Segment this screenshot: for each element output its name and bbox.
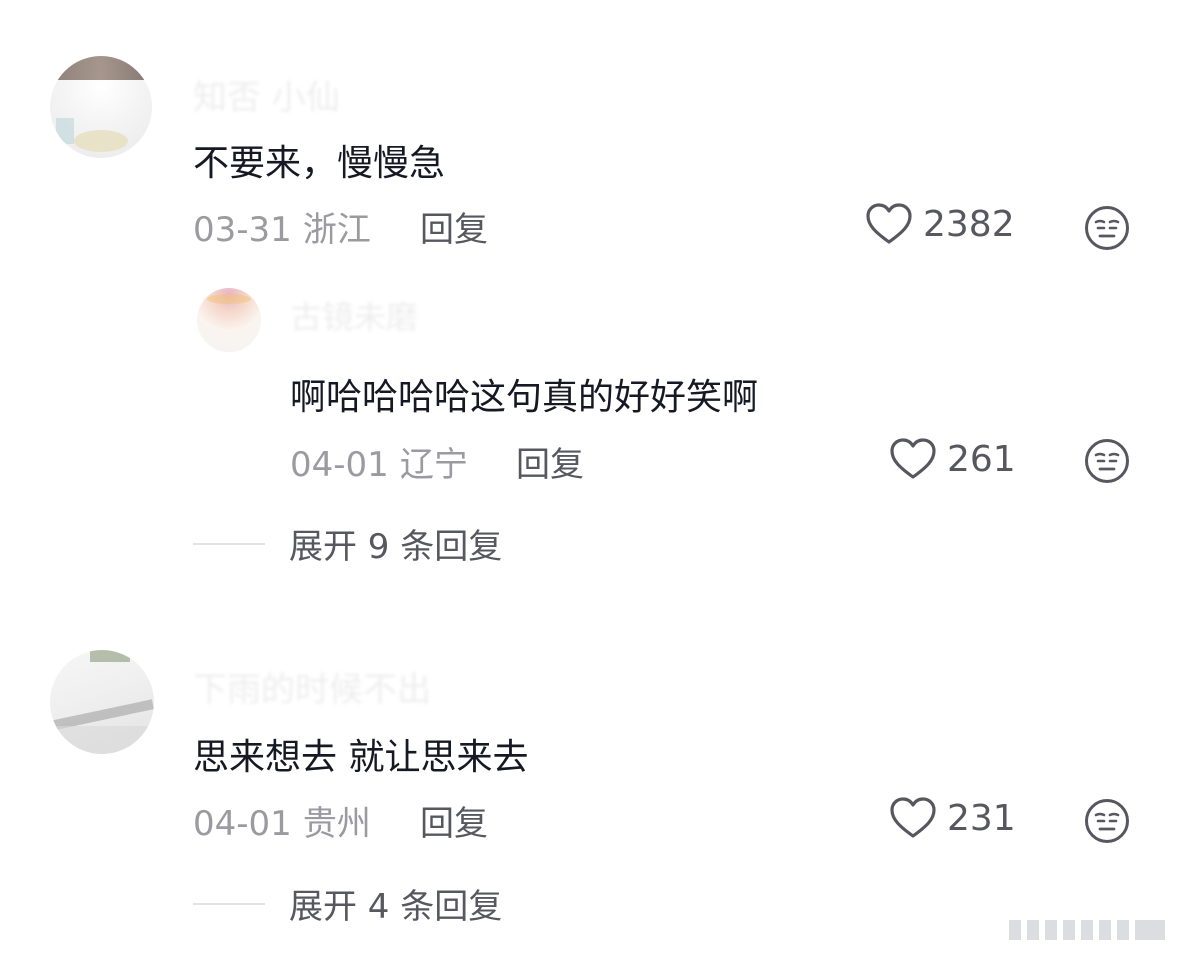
watermark-image bbox=[1009, 920, 1165, 940]
reply-meta: 04-01 辽宁 bbox=[290, 437, 468, 486]
heart-outline-icon bbox=[890, 438, 936, 479]
like-button[interactable]: 231 bbox=[889, 796, 1016, 840]
reply-avatar[interactable] bbox=[197, 288, 261, 352]
heart-outline-icon bbox=[890, 797, 936, 838]
comment-meta: 03-31 浙江 bbox=[193, 202, 371, 251]
reply-location: 辽宁 bbox=[399, 445, 468, 485]
expand-replies-label: 展开 4 条回复 bbox=[289, 887, 503, 927]
expand-replies-button[interactable]: 展开 9 条回复 bbox=[193, 519, 502, 568]
comment-location: 浙江 bbox=[302, 210, 371, 250]
avatar[interactable] bbox=[50, 650, 154, 754]
comment-date: 04-01 bbox=[193, 804, 292, 844]
neutral-face-icon[interactable] bbox=[1084, 438, 1130, 484]
expand-replies-label: 展开 9 条回复 bbox=[289, 527, 503, 567]
reply-date: 04-01 bbox=[290, 445, 389, 485]
reply-username[interactable]: 古镜未磨 bbox=[290, 292, 418, 338]
comment-text: 思来想去 就让思来去 bbox=[193, 737, 529, 778]
reply-text: 啊哈哈哈哈这句真的好好笑啊 bbox=[290, 377, 759, 418]
comment-location: 贵州 bbox=[302, 804, 371, 844]
neutral-face-icon[interactable] bbox=[1084, 798, 1130, 844]
expand-replies-button[interactable]: 展开 4 条回复 bbox=[193, 879, 502, 928]
heart-outline-icon bbox=[866, 203, 912, 244]
divider bbox=[193, 902, 265, 905]
username[interactable]: 下雨的时候不出 bbox=[193, 662, 431, 711]
reply-button[interactable]: 回复 bbox=[420, 796, 488, 845]
avatar[interactable] bbox=[50, 56, 152, 158]
like-button[interactable]: 261 bbox=[889, 437, 1016, 481]
divider bbox=[193, 542, 265, 545]
like-count: 2382 bbox=[923, 203, 1015, 245]
username[interactable]: 知否 小仙 bbox=[193, 70, 340, 119]
like-count: 231 bbox=[947, 797, 1016, 839]
comment-text: 不要来，慢慢急 bbox=[193, 143, 446, 184]
neutral-face-icon[interactable] bbox=[1084, 205, 1130, 251]
comment-date: 03-31 bbox=[193, 210, 292, 250]
like-button[interactable]: 2382 bbox=[865, 202, 1015, 246]
reply-button[interactable]: 回复 bbox=[420, 202, 488, 251]
reply-button[interactable]: 回复 bbox=[516, 437, 584, 486]
like-count: 261 bbox=[947, 438, 1016, 480]
comment-meta: 04-01 贵州 bbox=[193, 796, 371, 845]
